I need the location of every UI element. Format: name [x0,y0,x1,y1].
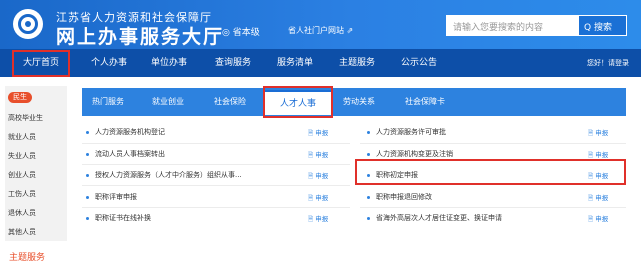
service-item[interactable]: 授权人力资源服务（人才中介服务）组织从事... [95,170,242,180]
login-link[interactable]: 您好！请登录 [587,49,629,77]
nav-personal[interactable]: 个人办事 [91,49,127,77]
sidebar-item-entrepreneurs[interactable]: 创业人员 [8,170,36,180]
bullet-icon [86,153,89,156]
apply-button[interactable]: 🗎 申报 [588,127,608,140]
sidebar-item-graduates[interactable]: 高校毕业生 [8,113,43,123]
bullet-icon [367,131,370,134]
service-item[interactable]: 省海外高层次人才居住证变更、换证申请 [376,213,502,223]
tab-hot[interactable]: 热门服务 [92,88,124,116]
apply-button[interactable]: 🗎 申报 [308,170,328,183]
row-divider [82,185,350,186]
nav-notice[interactable]: 公示公告 [401,49,437,77]
service-item[interactable]: 人力资源服务许可审批 [376,127,446,137]
sidebar-item-retired[interactable]: 退休人员 [8,208,36,218]
service-item[interactable]: 职称申报退回修改 [376,192,432,202]
bullet-icon [367,217,370,220]
service-item[interactable]: 职称证书在线补换 [95,213,151,223]
nav-query[interactable]: 查询服务 [215,49,251,77]
nav-unit[interactable]: 单位办事 [151,49,187,77]
livelihood-badge: 民生 [8,92,32,103]
section-title: 主题服务 [9,253,46,263]
category-tabs: 热门服务 就业创业 社会保险 劳动关系 社会保障卡 [82,88,626,116]
tab-labor[interactable]: 劳动关系 [343,88,375,116]
bullet-icon [86,131,89,134]
apply-button[interactable]: 🗎 申报 [308,149,328,162]
service-item[interactable]: 人力资源机构变更及注销 [376,149,453,159]
sidebar-item-employed[interactable]: 就业人员 [8,132,36,142]
sidebar-item-unemployed[interactable]: 失业人员 [8,151,36,161]
apply-button[interactable]: 🗎 申报 [588,213,608,226]
bullet-icon [367,153,370,156]
portal-link[interactable]: 省人社门户网站 ⇗ [288,25,353,36]
bullet-icon [86,174,89,177]
nav-home[interactable]: 大厅首页 [12,50,70,77]
service-highlight-box [355,159,626,185]
sidebar-item-others[interactable]: 其他人员 [8,227,36,237]
site-title[interactable]: 网上办事服务大厅 [56,22,224,49]
row-divider [82,164,350,165]
sidebar-item-injured[interactable]: 工伤人员 [8,189,36,199]
row-divider [82,143,350,144]
apply-button[interactable]: 🗎 申报 [308,127,328,140]
apply-button[interactable]: 🗎 申报 [588,192,608,205]
row-divider [360,143,626,144]
search-input[interactable]: 请输入您要搜索的内容 [446,15,578,36]
apply-button[interactable]: 🗎 申报 [308,213,328,226]
main-nav: 个人办事 单位办事 查询服务 服务清单 主题服务 公示公告 您好！请登录 [0,49,641,77]
service-item[interactable]: 职称评审申报 [95,192,137,202]
tab-social-card[interactable]: 社会保障卡 [405,88,445,116]
search-button[interactable]: Q 搜索 [578,15,627,36]
service-item[interactable]: 流动人员人事档案转出 [95,149,165,159]
nav-theme[interactable]: 主题服务 [339,49,375,77]
bullet-icon [86,217,89,220]
row-divider [360,207,626,208]
bullet-icon [367,196,370,199]
service-item[interactable]: 人力资源服务机构登记 [95,127,165,137]
tab-insurance[interactable]: 社会保险 [214,88,246,116]
bullet-icon [86,196,89,199]
tab-employment[interactable]: 就业创业 [152,88,184,116]
tab-talent-highlight [263,86,333,118]
location-selector[interactable]: ◎ 省本级 [222,25,260,38]
logo-dot [25,21,31,27]
nav-service-list[interactable]: 服务清单 [277,49,313,77]
apply-button[interactable]: 🗎 申报 [308,192,328,205]
ministry-logo-icon [13,9,43,39]
row-divider [82,207,350,208]
